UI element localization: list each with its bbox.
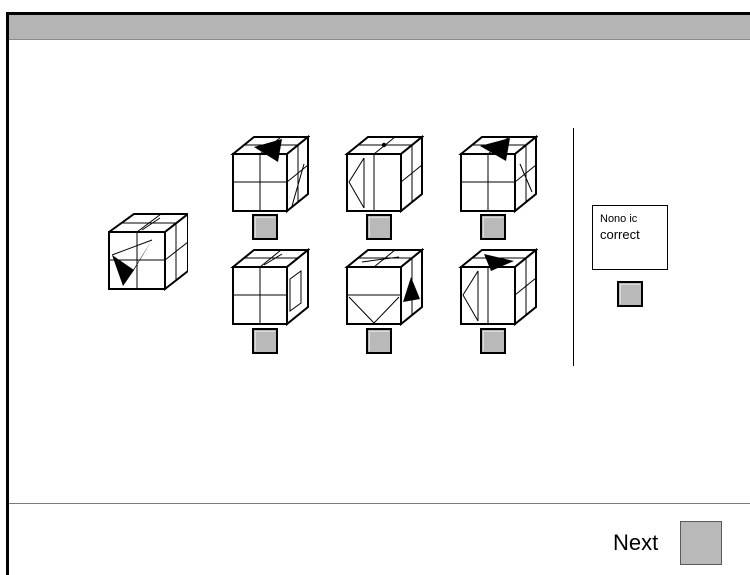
vertical-divider [573,128,574,366]
option-3-select-button[interactable] [480,214,506,240]
none-correct-box: Nono ic correct [592,205,668,270]
none-correct-line-2: correct [600,227,640,242]
option-4-select-button[interactable] [252,328,278,354]
option-cube-5-icon [344,247,424,327]
title-bar [9,15,750,40]
option-5-select-button[interactable] [366,328,392,354]
option-2-select-button[interactable] [366,214,392,240]
footer-divider [9,503,750,504]
option-1-select-button[interactable] [252,214,278,240]
option-cube-1-icon [230,134,310,214]
option-cube-4-icon [230,247,310,327]
option-cube-2-icon [344,134,424,214]
next-button[interactable] [680,521,722,565]
reference-cube-icon [108,212,188,292]
option-6-select-button[interactable] [480,328,506,354]
option-cube-3-icon [458,134,538,214]
option-cube-6-icon [458,247,538,327]
none-correct-select-button[interactable] [617,281,643,307]
none-correct-line-1: Nono ic [600,213,638,225]
next-label: Next [613,530,659,555]
